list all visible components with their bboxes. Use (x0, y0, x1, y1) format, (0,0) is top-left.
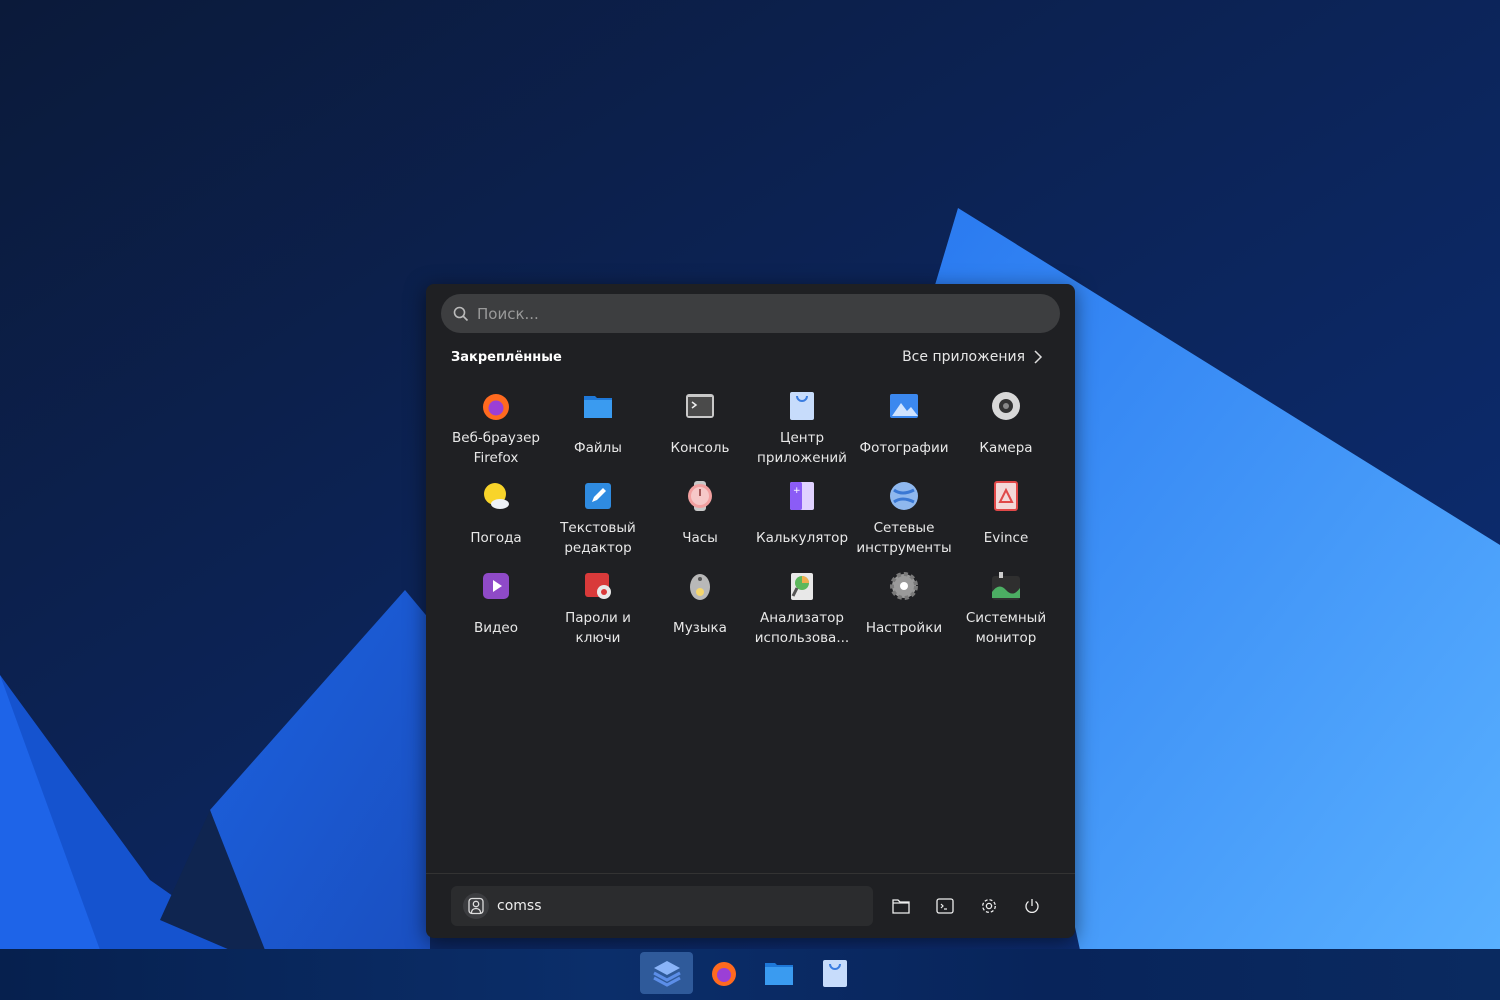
weather-icon (484, 483, 509, 509)
avatar-icon (463, 893, 489, 919)
user-button[interactable]: comss (451, 886, 873, 926)
evince-icon (994, 481, 1018, 511)
app-music[interactable]: Музыка (649, 564, 751, 654)
app-video[interactable]: Видео (445, 564, 547, 654)
folder-icon (892, 899, 910, 914)
clock-icon (688, 481, 712, 511)
app-weather[interactable]: Погода (445, 474, 547, 564)
app-files[interactable]: Файлы (547, 384, 649, 474)
app-label: Консоль (670, 440, 730, 456)
layers-icon (652, 961, 681, 987)
app-label: Пароли и ключи (565, 610, 631, 646)
app-passwords[interactable]: Пароли и ключи (547, 564, 649, 654)
app-label: Калькулятор (755, 530, 849, 546)
files-icon (765, 963, 793, 985)
app-label: Часы (682, 530, 718, 546)
passwords-icon (585, 573, 611, 599)
app-camera[interactable]: Камера (955, 384, 1057, 474)
app-firefox[interactable]: Веб-браузер Firefox (445, 384, 547, 474)
power-icon (1025, 899, 1039, 913)
app-label: Evince (983, 530, 1029, 546)
taskbar (0, 949, 1500, 1000)
app-app-center[interactable]: Центр приложений (751, 384, 853, 474)
app-text-editor[interactable]: Текстовый редактор (547, 474, 649, 564)
disk-usage-icon (791, 573, 813, 600)
files-button[interactable] (889, 894, 913, 918)
app-menu: Закреплённые Все приложения Веб-браузер … (426, 284, 1075, 938)
taskbar-app-center[interactable] (813, 953, 857, 993)
firefox-icon (712, 962, 736, 986)
app-clock[interactable]: Часы (649, 474, 751, 564)
network-tools-icon (890, 482, 918, 510)
app-label: Системный монитор (965, 610, 1047, 646)
app-label: Музыка (673, 620, 727, 636)
settings-icon (890, 572, 918, 600)
app-calculator[interactable]: + Калькулятор (751, 474, 853, 564)
all-apps-button[interactable]: Все приложения (902, 349, 1043, 365)
chevron-right-icon (1034, 350, 1043, 364)
power-button[interactable] (1020, 894, 1044, 918)
app-system-monitor[interactable]: Системный монитор (955, 564, 1057, 654)
user-name: comss (497, 898, 542, 914)
taskbar-files[interactable] (757, 953, 801, 993)
app-label: Сетевые инструменты (856, 520, 952, 556)
app-label: Погода (470, 530, 522, 546)
app-label: Веб-браузер Firefox (452, 430, 540, 466)
app-console[interactable]: Консоль (649, 384, 751, 474)
footer-divider (426, 873, 1075, 874)
app-label: Файлы (574, 440, 622, 456)
terminal-button[interactable] (933, 894, 957, 918)
system-monitor-icon (992, 572, 1020, 600)
app-center-icon (790, 392, 814, 420)
pinned-heading: Закреплённые (451, 350, 562, 365)
text-editor-icon (585, 483, 611, 509)
terminal-icon (936, 898, 954, 914)
photos-icon (890, 394, 918, 418)
taskbar-firefox[interactable] (702, 953, 746, 993)
pinned-apps-grid: Веб-браузер Firefox Файлы Консоль Центр при… (445, 384, 1057, 654)
app-disk-usage[interactable]: Анализатор использова... (751, 564, 853, 654)
gear-icon (982, 899, 996, 913)
app-label: Настройки (865, 620, 943, 636)
svg-text:+: + (793, 486, 801, 496)
app-label: Видео (474, 620, 518, 636)
settings-button[interactable] (977, 894, 1001, 918)
app-evince[interactable]: Evince (955, 474, 1057, 564)
all-apps-label: Все приложения (902, 349, 1025, 365)
app-center-icon (823, 960, 847, 987)
app-label: Центр приложений (757, 430, 847, 466)
app-photos[interactable]: Фотографии (853, 384, 955, 474)
console-icon (686, 394, 714, 418)
firefox-icon (483, 394, 509, 420)
camera-icon (992, 392, 1020, 420)
app-label: Анализатор использова... (754, 610, 850, 646)
search-bar[interactable] (441, 294, 1060, 333)
search-icon (453, 306, 469, 321)
search-input[interactable] (477, 304, 1037, 323)
app-label: Фотографии (859, 440, 949, 456)
video-icon (483, 573, 509, 599)
app-network-tools[interactable]: Сетевые инструменты (853, 474, 955, 564)
calculator-icon: + (790, 482, 814, 510)
files-icon (584, 396, 612, 418)
taskbar-app-menu-button[interactable] (640, 952, 693, 994)
music-icon (690, 574, 710, 600)
app-label: Камера (979, 440, 1033, 456)
app-label: Текстовый редактор (560, 520, 636, 556)
app-settings[interactable]: Настройки (853, 564, 955, 654)
